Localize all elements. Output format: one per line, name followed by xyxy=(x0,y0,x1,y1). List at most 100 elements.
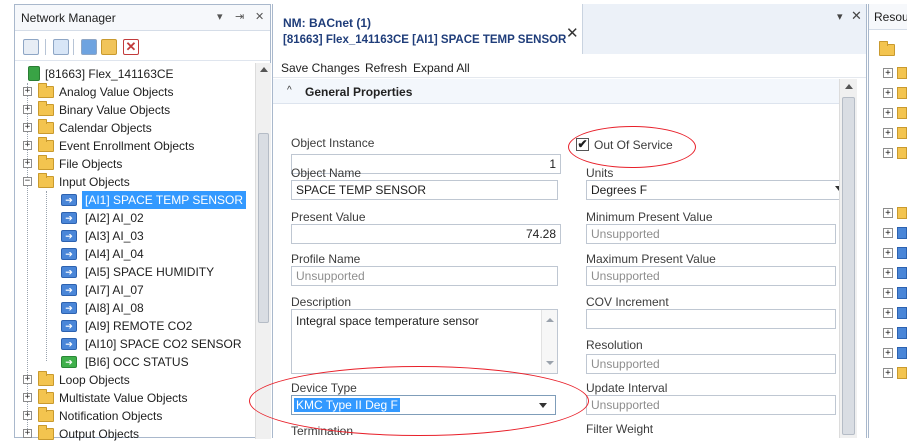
expand-icon[interactable]: + xyxy=(883,88,893,98)
tree-folder-label: Binary Value Objects xyxy=(59,103,171,117)
expand-all-button[interactable]: Expand All xyxy=(413,61,470,75)
command-bar: Save Changes Refresh Expand All xyxy=(273,56,866,78)
expand-icon[interactable]: + xyxy=(23,393,32,402)
toolbar-separator xyxy=(45,39,46,55)
chevron-up-icon[interactable]: ^ xyxy=(287,85,292,96)
expand-icon[interactable]: + xyxy=(883,148,893,158)
delete-icon[interactable]: ✕ xyxy=(123,39,139,55)
refresh-button[interactable]: Refresh xyxy=(365,61,407,75)
scroll-up-icon[interactable] xyxy=(260,67,268,72)
input-object-icon: ➔ xyxy=(61,212,77,224)
update-interval-label: Update Interval xyxy=(586,381,668,395)
object-icon xyxy=(897,287,907,299)
tree-item-label: [BI6] OCC STATUS xyxy=(85,355,189,369)
expand-icon[interactable]: + xyxy=(23,411,32,420)
expand-icon[interactable]: + xyxy=(23,141,32,150)
expand-icon[interactable]: + xyxy=(23,123,32,132)
expand-icon[interactable]: + xyxy=(23,105,32,114)
expand-icon[interactable]: + xyxy=(883,288,893,298)
device-type-value: KMC Type II Deg F xyxy=(294,398,400,412)
units-dropdown[interactable]: Degrees F xyxy=(586,180,849,200)
dropdown-icon[interactable]: ▾ xyxy=(217,10,223,23)
resolution-label: Resolution xyxy=(586,338,643,352)
general-properties-header[interactable]: ^ General Properties xyxy=(273,79,839,104)
scrollbar-thumb[interactable] xyxy=(258,133,269,323)
expand-icon[interactable]: + xyxy=(883,208,893,218)
tab-close-icon[interactable]: ✕ xyxy=(566,24,579,42)
expand-icon[interactable]: + xyxy=(883,128,893,138)
object-icon xyxy=(897,247,907,259)
document-tab[interactable]: NM: BACnet (1) [81663] Flex_141163CE [AI… xyxy=(273,4,583,54)
tree-folder-label: Loop Objects xyxy=(59,373,130,387)
expand-icon[interactable]: + xyxy=(883,348,893,358)
expand-icon[interactable]: + xyxy=(23,375,32,384)
min-present-value-field: Unsupported xyxy=(586,224,836,244)
collapse-icon[interactable]: − xyxy=(23,177,32,186)
form-scrollbar[interactable] xyxy=(839,79,857,438)
view-icon[interactable] xyxy=(53,39,69,55)
scroll-up-icon[interactable] xyxy=(845,84,853,89)
object-icon xyxy=(897,307,907,319)
tree-folder-label: Event Enrollment Objects xyxy=(59,139,195,153)
properties-form: Object Instance 1 ✔ Out Of Service Objec… xyxy=(249,104,849,438)
tree-scrollbar[interactable] xyxy=(255,63,271,439)
input-object-icon: ➔ xyxy=(61,302,77,314)
section-title: General Properties xyxy=(305,85,413,99)
cov-increment-field[interactable] xyxy=(586,309,836,329)
expand-icon[interactable]: + xyxy=(23,87,32,96)
folder-icon[interactable] xyxy=(879,41,895,56)
close-icon[interactable]: ✕ xyxy=(851,8,862,24)
tree-folder-label: File Objects xyxy=(59,157,123,171)
expand-icon[interactable]: + xyxy=(883,308,893,318)
tree-item-label: [AI1] SPACE TEMP SENSOR xyxy=(82,191,247,209)
panel-title: Resou xyxy=(874,10,907,24)
expand-icon[interactable]: + xyxy=(883,268,893,278)
expand-icon[interactable]: + xyxy=(883,328,893,338)
scrollbar-thumb[interactable] xyxy=(842,97,855,435)
tree-item-label: [AI5] SPACE HUMIDITY xyxy=(85,265,215,279)
folder-icon xyxy=(897,207,907,219)
scroll-up-icon[interactable] xyxy=(546,318,554,322)
folder-icon xyxy=(38,425,54,440)
expand-icon[interactable]: + xyxy=(883,368,893,378)
tree-item-label: [AI7] AI_07 xyxy=(85,283,144,297)
folder-icon xyxy=(38,155,54,170)
present-value-field[interactable]: 74.28 xyxy=(291,224,561,244)
grid-icon[interactable] xyxy=(81,39,97,55)
save-changes-button[interactable]: Save Changes xyxy=(281,61,360,75)
expand-icon[interactable]: + xyxy=(23,159,32,168)
device-icon xyxy=(28,66,40,81)
input-object-icon: ➔ xyxy=(61,248,77,260)
device-type-dropdown[interactable]: KMC Type II Deg F xyxy=(291,395,556,415)
out-of-service-checkbox[interactable]: ✔ xyxy=(576,138,589,151)
folder-icon xyxy=(897,87,907,99)
termination-label: Termination xyxy=(291,424,354,438)
folder-icon xyxy=(897,367,907,379)
input-object-icon: ➔ xyxy=(61,338,77,350)
close-icon[interactable]: ✕ xyxy=(255,10,264,23)
expand-icon[interactable]: + xyxy=(23,429,32,438)
folder-icon xyxy=(38,83,54,98)
expand-icon[interactable]: + xyxy=(883,248,893,258)
description-field[interactable]: Integral space temperature sensor xyxy=(291,309,558,374)
out-of-service-label: Out Of Service xyxy=(594,138,673,152)
update-interval-field: Unsupported xyxy=(586,395,836,415)
properties-icon[interactable] xyxy=(23,39,39,55)
expand-icon[interactable]: + xyxy=(883,228,893,238)
pin-icon[interactable]: ⇥ xyxy=(235,10,244,23)
description-scrollbar[interactable] xyxy=(541,310,557,373)
object-icon xyxy=(897,327,907,339)
expand-icon[interactable]: + xyxy=(883,108,893,118)
tree-folder-label: Output Objects xyxy=(59,427,140,441)
folder-icon[interactable] xyxy=(101,39,117,55)
object-name-field[interactable]: SPACE TEMP SENSOR xyxy=(291,180,558,200)
dropdown-icon[interactable]: ▾ xyxy=(837,10,843,23)
chevron-down-icon[interactable] xyxy=(539,403,547,408)
folder-open-icon xyxy=(38,173,54,188)
object-editor-panel: NM: BACnet (1) [81663] Flex_141163CE [AI… xyxy=(249,4,867,438)
scroll-down-icon[interactable] xyxy=(546,361,554,365)
description-value: Integral space temperature sensor xyxy=(296,314,479,328)
tree-folder-label: Input Objects xyxy=(59,175,130,189)
resources-panel: Resou + + + + + + + + + + + + + + xyxy=(868,4,907,438)
expand-icon[interactable]: + xyxy=(883,68,893,78)
